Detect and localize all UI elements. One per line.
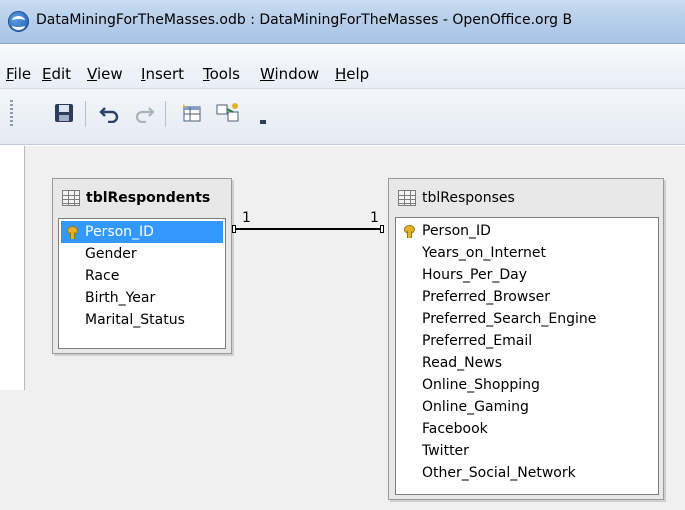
table-window-tblresponses[interactable]: tblResponses Person_ID Years_on_Internet… xyxy=(388,178,664,500)
field-preferred-email[interactable]: Preferred_Email xyxy=(398,330,532,352)
table-header[interactable]: tblResponses xyxy=(389,179,663,217)
table-title: tblRespondents xyxy=(86,190,211,206)
menu-edit[interactable]: Edit xyxy=(42,65,71,83)
toolbar-grip[interactable] xyxy=(10,100,13,128)
redo-icon xyxy=(135,107,155,123)
primary-key-icon xyxy=(67,226,78,239)
field-preferred-search-engine[interactable]: Preferred_Search_Engine xyxy=(398,308,596,330)
toolbar-separator xyxy=(165,101,166,127)
canvas-left-gutter-strip xyxy=(0,390,25,510)
menu-bar: File Edit View Insert Tools Window Help xyxy=(0,45,685,89)
field-marital-status[interactable]: Marital_Status xyxy=(61,309,185,331)
menu-file[interactable]: File xyxy=(6,65,31,83)
relation-end-left xyxy=(232,225,236,233)
field-gender[interactable]: Gender xyxy=(61,243,137,265)
field-preferred-browser[interactable]: Preferred_Browser xyxy=(398,286,550,308)
field-online-shopping[interactable]: Online_Shopping xyxy=(398,374,540,396)
field-hours-per-day[interactable]: Hours_Per_Day xyxy=(398,264,527,286)
relation-end-right xyxy=(380,225,384,233)
save-button[interactable] xyxy=(50,99,78,127)
field-other-social-network[interactable]: Other_Social_Network xyxy=(398,462,576,484)
field-read-news[interactable]: Read_News xyxy=(398,352,502,374)
relation-line[interactable] xyxy=(235,228,380,230)
new-relation-button[interactable] xyxy=(214,99,242,127)
primary-key-icon xyxy=(404,225,415,238)
menu-insert[interactable]: Insert xyxy=(141,65,184,83)
menu-view[interactable]: View xyxy=(87,65,123,83)
toolbar-options-button[interactable] xyxy=(256,99,270,127)
table-icon xyxy=(398,190,416,206)
menu-tools[interactable]: Tools xyxy=(203,65,240,83)
field-twitter[interactable]: Twitter xyxy=(398,440,469,462)
menu-window[interactable]: Window xyxy=(260,65,319,83)
title-bar[interactable]: DataMiningForTheMasses.odb : DataMiningF… xyxy=(0,0,685,44)
cardinality-right: 1 xyxy=(370,210,379,226)
field-facebook[interactable]: Facebook xyxy=(398,418,488,440)
table-window-tblrespondents[interactable]: tblRespondents Person_ID Gender Race Bir… xyxy=(52,178,232,354)
toolbar-separator xyxy=(85,101,86,127)
field-list[interactable]: Person_ID Gender Race Birth_Year Marital… xyxy=(58,218,226,349)
undo-button[interactable] xyxy=(96,99,124,127)
window-title: DataMiningForTheMasses.odb : DataMiningF… xyxy=(36,12,573,28)
cardinality-left: 1 xyxy=(242,210,251,226)
toolbar-options-icon xyxy=(260,120,266,124)
field-person-id[interactable]: Person_ID xyxy=(61,221,223,243)
add-table-button[interactable] xyxy=(178,99,206,127)
field-years-on-internet[interactable]: Years_on_Internet xyxy=(398,242,546,264)
field-race[interactable]: Race xyxy=(61,265,119,287)
openoffice-icon[interactable] xyxy=(8,11,29,32)
save-icon xyxy=(55,104,73,122)
redo-button[interactable] xyxy=(130,99,158,127)
table-icon xyxy=(62,190,80,206)
table-header[interactable]: tblRespondents xyxy=(53,179,231,217)
add-table-icon xyxy=(183,104,201,122)
undo-icon xyxy=(99,107,119,123)
field-list[interactable]: Person_ID Years_on_Internet Hours_Per_Da… xyxy=(395,217,659,495)
toolbar xyxy=(0,89,685,145)
table-title: tblResponses xyxy=(422,190,515,206)
menu-help[interactable]: Help xyxy=(335,65,369,83)
field-person-id[interactable]: Person_ID xyxy=(398,220,491,242)
field-birth-year[interactable]: Birth_Year xyxy=(61,287,155,309)
field-online-gaming[interactable]: Online_Gaming xyxy=(398,396,529,418)
new-relation-icon xyxy=(216,103,239,122)
